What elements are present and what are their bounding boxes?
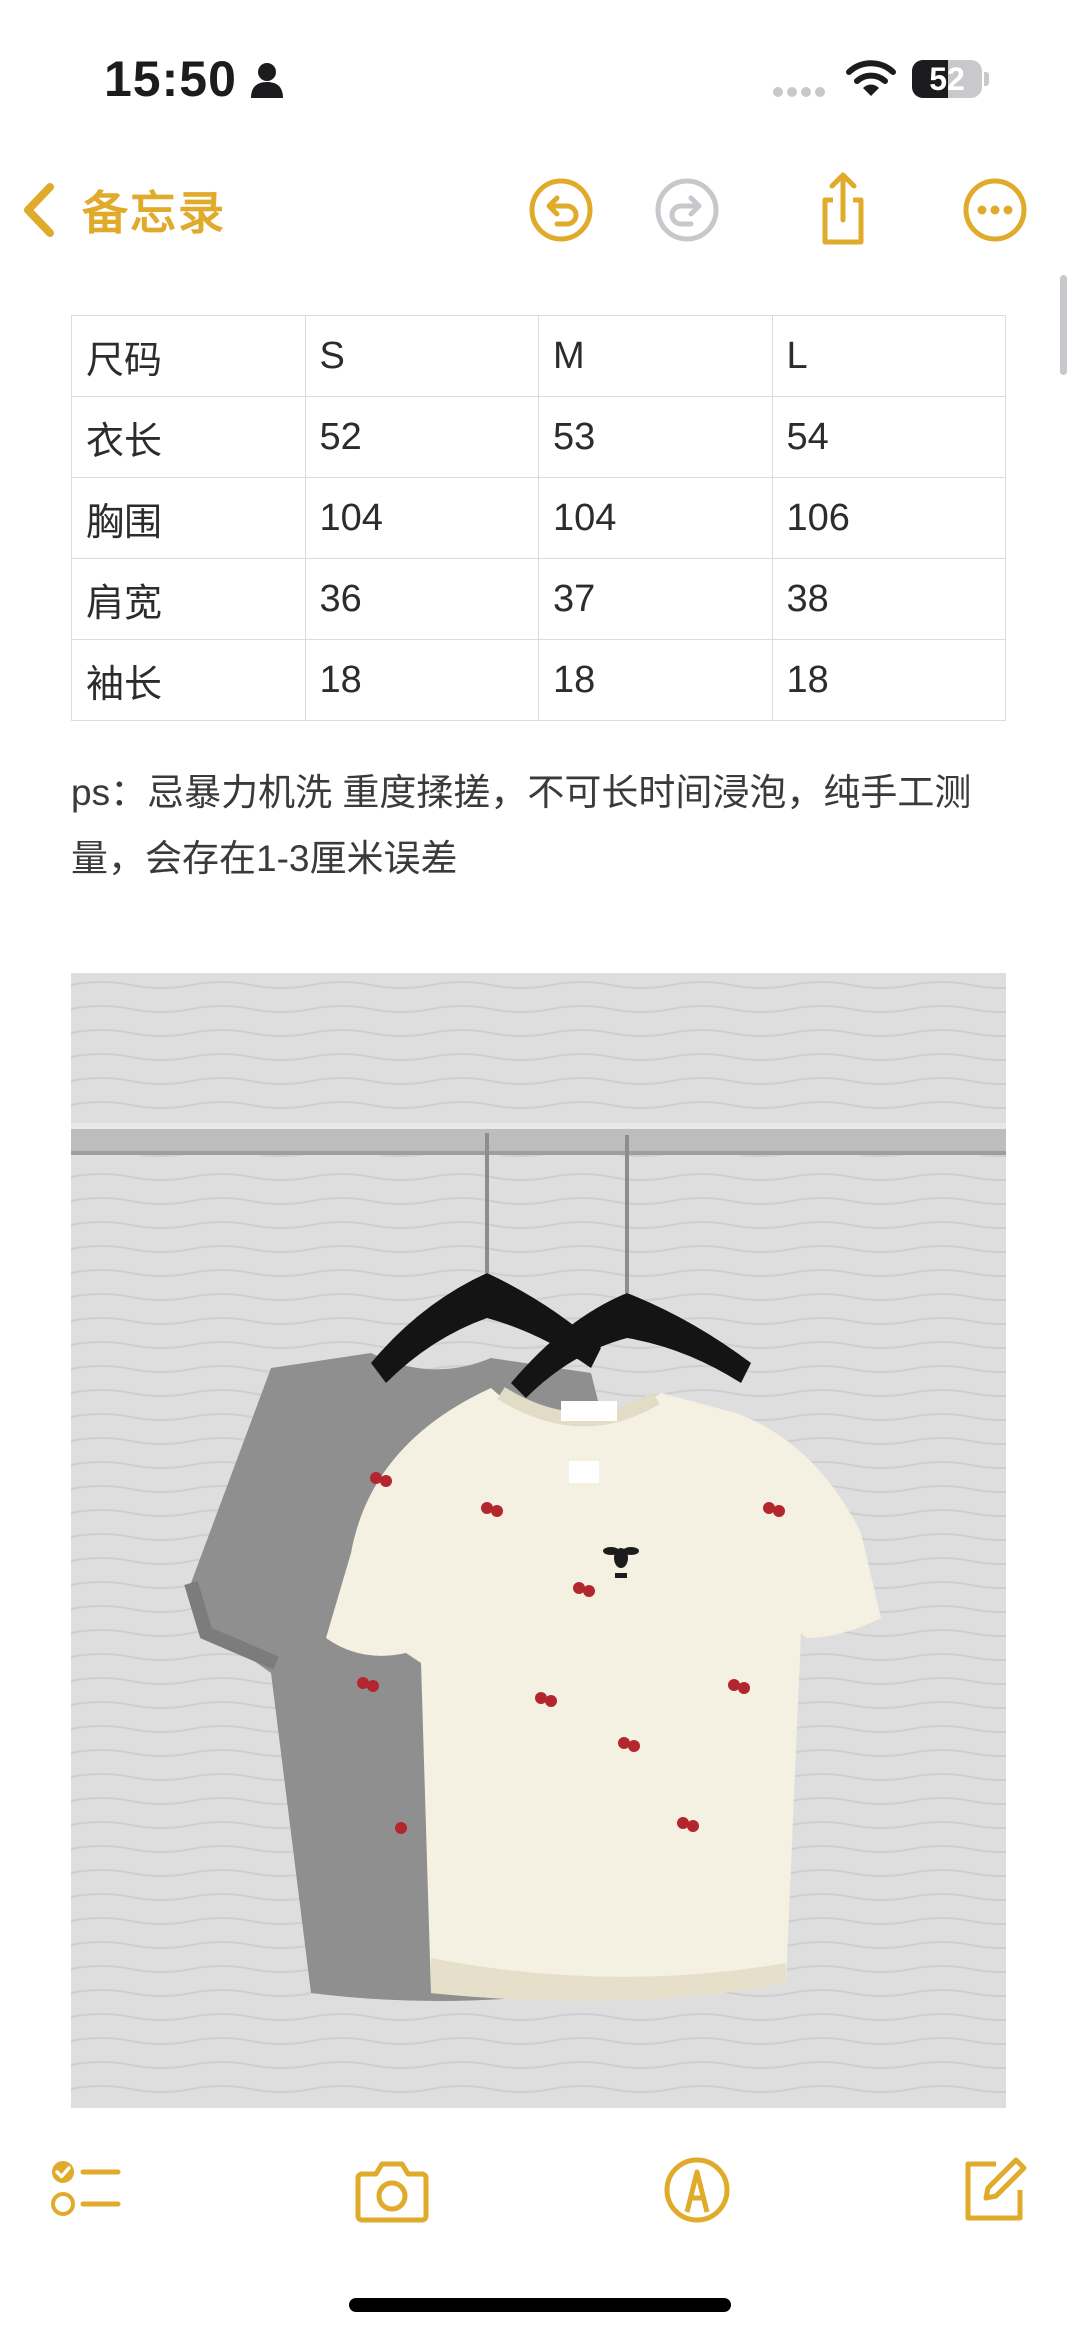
share-icon[interactable] (803, 170, 883, 250)
markup-icon[interactable] (657, 2150, 737, 2230)
table-cell: 53 (538, 396, 773, 478)
table-cell: 54 (771, 396, 1006, 478)
back-chevron-icon (24, 183, 54, 237)
signal-dots-icon (773, 87, 825, 97)
table-cell: 袖长 (71, 639, 306, 721)
table-cell: 36 (304, 558, 539, 640)
bottom-toolbar (0, 2130, 1080, 2260)
table-row: 肩宽 36 37 38 (71, 558, 1006, 640)
table-cell: 38 (771, 558, 1006, 640)
table-cell: L (771, 315, 1006, 397)
battery-icon: 52 (912, 60, 982, 98)
table-cell: S (304, 315, 539, 397)
table-row: 尺码 S M L (71, 315, 1006, 397)
note-text[interactable]: ps：忌暴力机洗 重度揉搓，不可长时间浸泡，纯手工测量，会存在1-3厘米误差 (71, 760, 1006, 892)
table-cell: 18 (538, 639, 773, 721)
status-bar: 15:50 52 (0, 0, 1080, 150)
table-cell: 104 (538, 477, 773, 559)
table-cell: 104 (304, 477, 539, 559)
battery-cap (984, 72, 989, 86)
table-cell: 尺码 (71, 315, 306, 397)
wifi-icon (846, 60, 896, 96)
table-row: 衣长 52 53 54 (71, 396, 1006, 478)
table-cell: 18 (771, 639, 1006, 721)
table-row: 胸围 104 104 106 (71, 477, 1006, 559)
scroll-indicator[interactable] (1060, 275, 1067, 375)
notes-screen: 15:50 52 备忘录 尺码 S M L 衣长 52 53 54 胸围 104… (0, 0, 1080, 2341)
battery-level: 52 (929, 61, 965, 97)
compose-icon[interactable] (954, 2150, 1034, 2230)
home-indicator[interactable] (349, 2298, 731, 2312)
table-row: 袖长 18 18 18 (71, 639, 1006, 721)
table-cell: 肩宽 (71, 558, 306, 640)
redo-icon[interactable] (647, 170, 727, 250)
table-cell: 52 (304, 396, 539, 478)
size-table: 尺码 S M L 衣长 52 53 54 胸围 104 104 106 肩宽 36 37 38 袖长 18 18 18 (71, 315, 1006, 721)
table-cell: 37 (538, 558, 773, 640)
back-label: 备忘录 (82, 187, 226, 239)
person-icon (251, 63, 283, 98)
more-icon[interactable] (955, 170, 1035, 250)
checklist-icon[interactable] (46, 2150, 126, 2230)
back-button[interactable]: 备忘录 (20, 174, 226, 246)
nav-bar: 备忘录 (0, 160, 1080, 260)
table-cell: 18 (304, 639, 539, 721)
undo-icon[interactable] (521, 170, 601, 250)
table-cell: 胸围 (71, 477, 306, 559)
product-photo[interactable] (71, 973, 1006, 2108)
camera-icon[interactable] (352, 2150, 432, 2230)
status-time: 15:50 (104, 51, 237, 107)
table-cell: 106 (771, 477, 1006, 559)
table-cell: 衣长 (71, 396, 306, 478)
table-cell: M (538, 315, 773, 397)
